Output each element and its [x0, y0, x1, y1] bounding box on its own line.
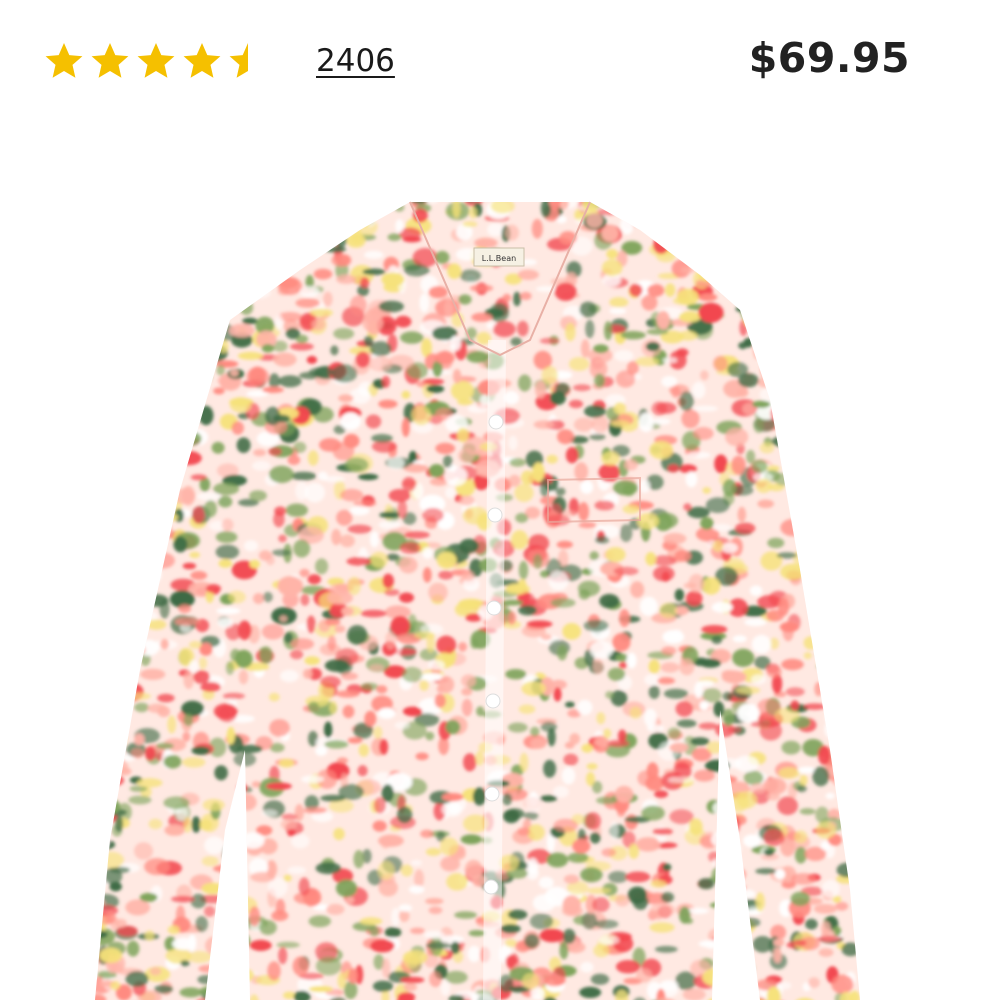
star-full-icon: [183, 43, 221, 78]
placket: [483, 339, 506, 1000]
star-full-icon: [45, 43, 83, 78]
product-price: $69.95: [748, 34, 910, 82]
star-half-icon: [229, 43, 248, 78]
brand-label: L.L.Bean: [473, 247, 525, 267]
brand-tag-text: L.L.Bean: [482, 254, 516, 263]
product-card: 2406 $69.95 L.L.Bean: [0, 0, 1000, 1000]
star-full-icon: [137, 43, 175, 78]
star-rating[interactable]: [44, 41, 268, 81]
review-count-link[interactable]: 2406: [316, 43, 395, 79]
star-full-icon: [91, 43, 129, 78]
rating-row: 2406: [44, 38, 395, 84]
product-image[interactable]: L.L.Bean: [0, 190, 1000, 1000]
